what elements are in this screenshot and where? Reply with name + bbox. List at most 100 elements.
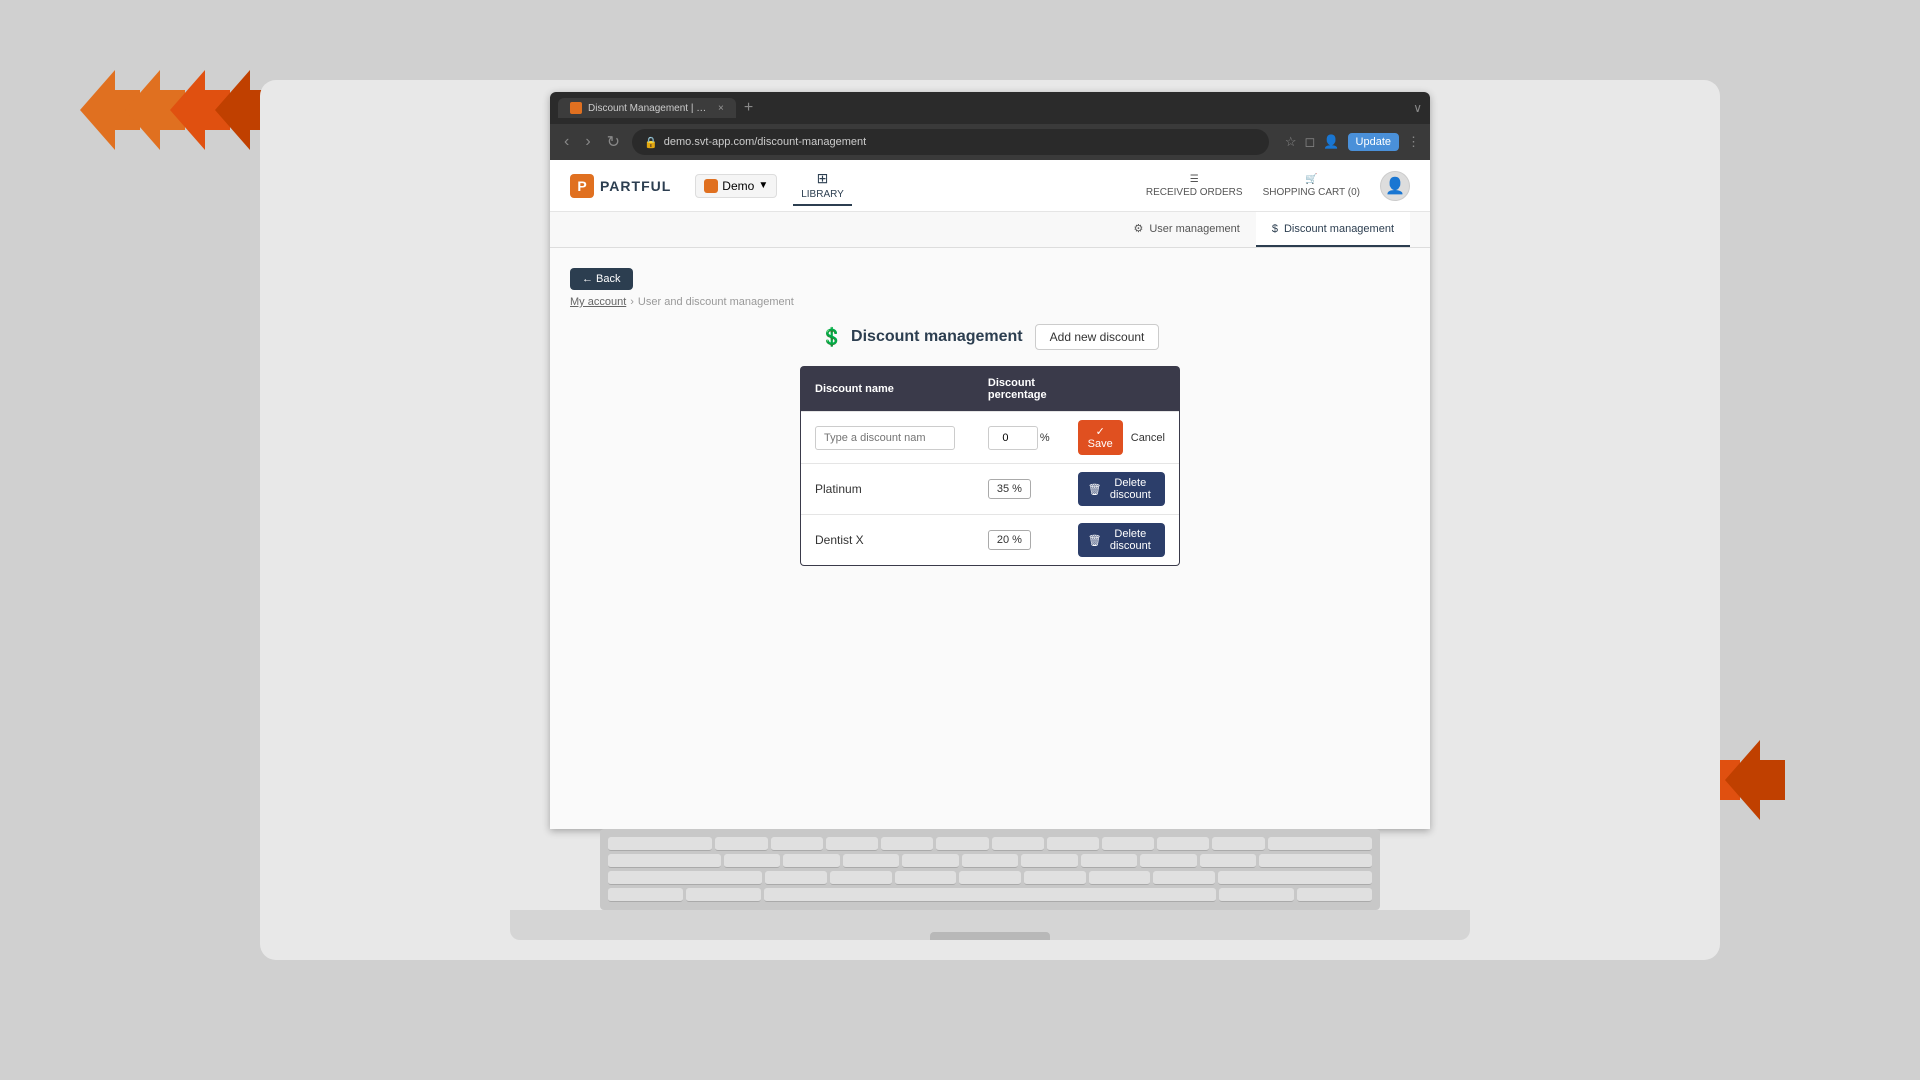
discount-name-input[interactable]: [815, 426, 955, 450]
platinum-actions-cell: 🗑 Delete discount: [1064, 464, 1180, 515]
dentist-percentage: 20 %: [988, 530, 1031, 550]
nav-library-label: LIBRARY: [801, 189, 844, 200]
add-new-discount-button[interactable]: Add new discount: [1035, 324, 1160, 350]
new-row-actions: ✓ Save Cancel: [1078, 420, 1165, 455]
back-button[interactable]: ← Back: [570, 268, 633, 290]
page-dollar-icon: 💲: [821, 327, 843, 348]
shopping-cart-label: SHOPPING CART (0): [1263, 187, 1360, 198]
arrows-svg: [80, 70, 290, 150]
logo-icon: P: [570, 174, 594, 198]
percentage-input[interactable]: [988, 426, 1038, 450]
key-m: [1153, 871, 1215, 885]
platinum-percentage-cell: 35 %: [974, 464, 1064, 515]
nav-received-orders[interactable]: ☰ RECEIVED ORDERS: [1146, 174, 1243, 198]
laptop-frame: Discount Management | Demo × + ∨ ‹ › ↻ 🔒…: [260, 80, 1720, 960]
key-row-3: [608, 871, 1372, 885]
library-icon: ⊞: [817, 170, 829, 187]
platinum-percentage: 35 %: [988, 479, 1031, 499]
key-backspace: [1268, 837, 1372, 851]
key-enter: [1259, 854, 1372, 868]
expand-button[interactable]: ∨: [1413, 101, 1422, 115]
key-row-4: [608, 888, 1372, 902]
menu-icon[interactable]: ⋮: [1407, 134, 1420, 150]
key-u: [1047, 837, 1099, 851]
key-a: [724, 854, 780, 868]
nav-back-button[interactable]: ‹: [560, 131, 573, 153]
table-row: Platinum 35 % 🗑 Delete discount: [801, 464, 1180, 515]
table-header: Discount name Discount percentage: [801, 367, 1180, 412]
key-tab: [608, 837, 712, 851]
new-discount-row: % ✓ Save Cancel: [801, 412, 1180, 464]
tab-discount-management[interactable]: $ Discount management: [1256, 212, 1410, 247]
breadcrumb-current: User and discount management: [638, 296, 794, 308]
key-k: [1140, 854, 1196, 868]
nav-refresh-button[interactable]: ↻: [603, 130, 624, 154]
nav-shopping-cart[interactable]: 🛒 SHOPPING CART (0): [1263, 174, 1360, 198]
key-ctrl-right: [1297, 888, 1372, 902]
col-discount-name: Discount name: [801, 367, 974, 412]
update-button[interactable]: Update: [1348, 133, 1399, 151]
table-row: Dentist X 20 % 🗑 Delete discount: [801, 515, 1180, 566]
nav-forward-button[interactable]: ›: [581, 131, 594, 153]
key-r: [881, 837, 933, 851]
dentist-name-cell: Dentist X: [801, 515, 974, 566]
nav-library[interactable]: ⊞ LIBRARY: [793, 166, 852, 206]
tab-close-icon[interactable]: ×: [718, 103, 724, 114]
new-name-cell: [801, 412, 974, 464]
laptop-base: [510, 910, 1470, 940]
key-c: [895, 871, 957, 885]
key-shift-left: [608, 871, 762, 885]
key-d: [843, 854, 899, 868]
key-s: [783, 854, 839, 868]
percentage-input-wrap: %: [988, 426, 1050, 450]
page-title-area: 💲 Discount management: [821, 327, 1023, 348]
platinum-name-cell: Platinum: [801, 464, 974, 515]
key-l: [1200, 854, 1256, 868]
org-selector[interactable]: Demo ▼: [695, 174, 777, 198]
key-f: [902, 854, 958, 868]
keyboard: [600, 829, 1380, 910]
delete-platinum-label: Delete discount: [1106, 477, 1155, 501]
logo-letter: P: [577, 178, 586, 194]
browser-tab[interactable]: Discount Management | Demo ×: [558, 98, 736, 118]
key-q: [715, 837, 767, 851]
delete-dentist-label: Delete discount: [1106, 528, 1155, 552]
key-e: [826, 837, 878, 851]
key-t: [936, 837, 988, 851]
save-button[interactable]: ✓ Save: [1078, 420, 1123, 455]
new-tab-button[interactable]: +: [744, 99, 753, 117]
received-orders-icon: ☰: [1190, 174, 1199, 185]
trash-icon-platinum: 🗑: [1088, 483, 1102, 496]
cancel-link[interactable]: Cancel: [1131, 432, 1165, 444]
discount-management-icon: $: [1272, 223, 1278, 235]
new-row-actions-cell: ✓ Save Cancel: [1064, 412, 1180, 464]
extension-icon[interactable]: ◻: [1305, 134, 1316, 150]
key-alt: [686, 888, 761, 902]
org-dot: [704, 179, 718, 193]
user-avatar[interactable]: 👤: [1380, 171, 1410, 201]
delete-dentist-button[interactable]: 🗑 Delete discount: [1078, 523, 1165, 557]
profile-icon[interactable]: 👤: [1323, 134, 1339, 150]
logo-area: P PARTFUL: [570, 174, 671, 198]
key-space: [764, 888, 1215, 902]
header-right: ☰ RECEIVED ORDERS 🛒 SHOPPING CART (0) 👤: [1146, 171, 1410, 201]
key-ctrl: [608, 888, 683, 902]
breadcrumb-root[interactable]: My account: [570, 296, 626, 308]
app-content: P PARTFUL Demo ▼ ⊞ LIBRARY ☰: [550, 160, 1430, 829]
shopping-cart-icon: 🛒: [1305, 174, 1317, 185]
delete-platinum-button[interactable]: 🗑 Delete discount: [1078, 472, 1165, 506]
key-shift-right: [1218, 871, 1372, 885]
browser-toolbar: ‹ › ↻ 🔒 demo.svt-app.com/discount-manage…: [550, 124, 1430, 160]
address-bar[interactable]: 🔒 demo.svt-app.com/discount-management: [632, 129, 1269, 155]
key-x: [830, 871, 892, 885]
app-header: P PARTFUL Demo ▼ ⊞ LIBRARY ☰: [550, 160, 1430, 212]
key-p: [1212, 837, 1264, 851]
trash-icon-dentist: 🗑: [1088, 534, 1102, 547]
main-content: ← Back My account › User and discount ma…: [550, 248, 1430, 829]
key-z: [765, 871, 827, 885]
bookmark-icon[interactable]: ☆: [1285, 134, 1297, 150]
key-caps: [608, 854, 721, 868]
col-actions: [1064, 367, 1180, 412]
tab-user-management[interactable]: ⚙ User management: [1117, 212, 1255, 247]
browser-toolbar-icons: ☆ ◻ 👤 Update ⋮: [1285, 133, 1420, 151]
